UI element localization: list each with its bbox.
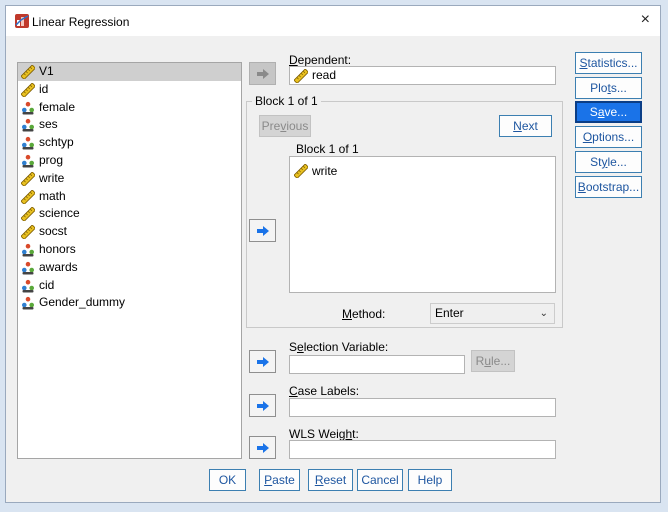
options-button[interactable]: Options... [575,126,642,148]
nominal-people-icon [22,137,34,150]
reset-button[interactable]: Reset [308,469,353,491]
linear-regression-dialog: Linear Regression × V1 id female ses schtyp p… [5,5,661,503]
ruler-icon [21,225,35,240]
variable-item[interactable]: schtyp [18,134,241,152]
variable-item[interactable]: female [18,99,241,117]
case-labels-label: Case Labels: [289,384,360,398]
move-to-dependent-button[interactable] [249,62,276,85]
selection-variable-field[interactable] [289,355,465,374]
variable-name: cid [39,277,55,292]
method-label: Method: [342,307,386,321]
nominal-people-icon [22,154,34,168]
variable-item[interactable]: socst [18,223,241,241]
independent-name: write [312,164,338,178]
variable-item[interactable]: ses [18,116,241,134]
move-to-case-labels-button[interactable] [249,394,276,417]
variable-name: female [39,99,76,114]
variable-name: math [39,188,66,203]
move-to-independents-button[interactable] [249,219,276,242]
dependent-label: Dependent: [289,53,352,67]
ruler-icon [21,82,35,97]
variable-name: awards [39,259,78,274]
ruler-icon [21,207,35,222]
rule-button[interactable]: Rule... [471,350,515,372]
ruler-icon [21,171,35,186]
variable-item[interactable]: honors [18,241,241,259]
nominal-people-icon [22,279,34,293]
method-select[interactable]: Enter ⌄ [430,303,555,324]
cancel-button[interactable]: Cancel [357,469,403,491]
title-bar: Linear Regression × [6,6,660,36]
variable-name: schtyp [39,135,74,150]
nominal-people-icon [22,101,34,115]
wls-weight-field[interactable] [289,440,556,459]
regression-app-icon [15,14,29,28]
case-labels-field[interactable] [289,398,556,417]
variable-name: Gender_dummy [39,295,126,310]
variable-item[interactable]: write [18,170,241,188]
block-header: Block 1 of 1 [296,142,359,156]
variable-name: socst [39,224,68,239]
variable-list[interactable]: V1 id female ses schtyp prog write math science s… [17,62,242,459]
statistics-button[interactable]: Statistics... [575,52,642,74]
independent-item[interactable]: write [290,162,555,180]
dependent-field[interactable]: read [289,66,556,85]
nominal-people-icon [22,297,34,310]
save-button[interactable]: Save... [575,101,642,123]
ruler-icon [21,65,35,79]
right-arrow-icon [256,442,269,453]
style-button[interactable]: Style... [575,151,642,173]
nominal-people-icon [22,243,34,257]
wls-weight-label: WLS Weight: [289,427,359,441]
selection-variable-label: Selection Variable: [289,340,389,354]
variable-name: honors [39,241,76,256]
window-title: Linear Regression [32,15,130,29]
help-button[interactable]: Help [408,469,452,491]
independents-list[interactable]: write [289,156,556,293]
ruler-icon [294,164,308,178]
variable-name: prog [39,152,64,167]
variable-item[interactable]: math [18,188,241,206]
variable-item[interactable]: awards [18,259,241,277]
ruler-icon [21,189,35,204]
right-arrow-icon [256,68,269,79]
variable-name: V1 [39,64,54,78]
plots-button[interactable]: Plots... [575,77,642,99]
variable-item[interactable]: science [18,205,241,223]
variable-name: write [39,170,65,185]
variable-name: id [39,81,49,96]
variable-name: ses [39,117,58,132]
nominal-people-icon [22,119,34,132]
next-button[interactable]: Next [499,115,552,137]
variable-item[interactable]: cid [18,277,241,295]
previous-button[interactable]: Previous [259,115,311,137]
chevron-down-icon: ⌄ [539,308,548,319]
bootstrap-button[interactable]: Bootstrap... [575,176,642,198]
nominal-people-icon [22,261,34,275]
right-arrow-icon [256,225,269,236]
variable-item[interactable]: Gender_dummy [18,294,241,312]
paste-button[interactable]: Paste [259,469,300,491]
variable-name: science [39,206,80,221]
ok-button[interactable]: OK [209,469,246,491]
method-value: Enter [435,306,464,320]
right-arrow-icon [256,356,269,367]
variable-item[interactable]: id [18,81,241,99]
variable-item[interactable]: prog [18,152,241,170]
move-to-selection-button[interactable] [249,350,276,373]
ruler-icon [294,69,308,83]
close-icon[interactable]: × [641,11,650,29]
dependent-value: read [312,68,337,82]
block-group-legend: Block 1 of 1 [252,94,321,108]
right-arrow-icon [256,400,269,411]
move-to-wls-button[interactable] [249,436,276,459]
variable-item[interactable]: V1 [18,63,241,81]
